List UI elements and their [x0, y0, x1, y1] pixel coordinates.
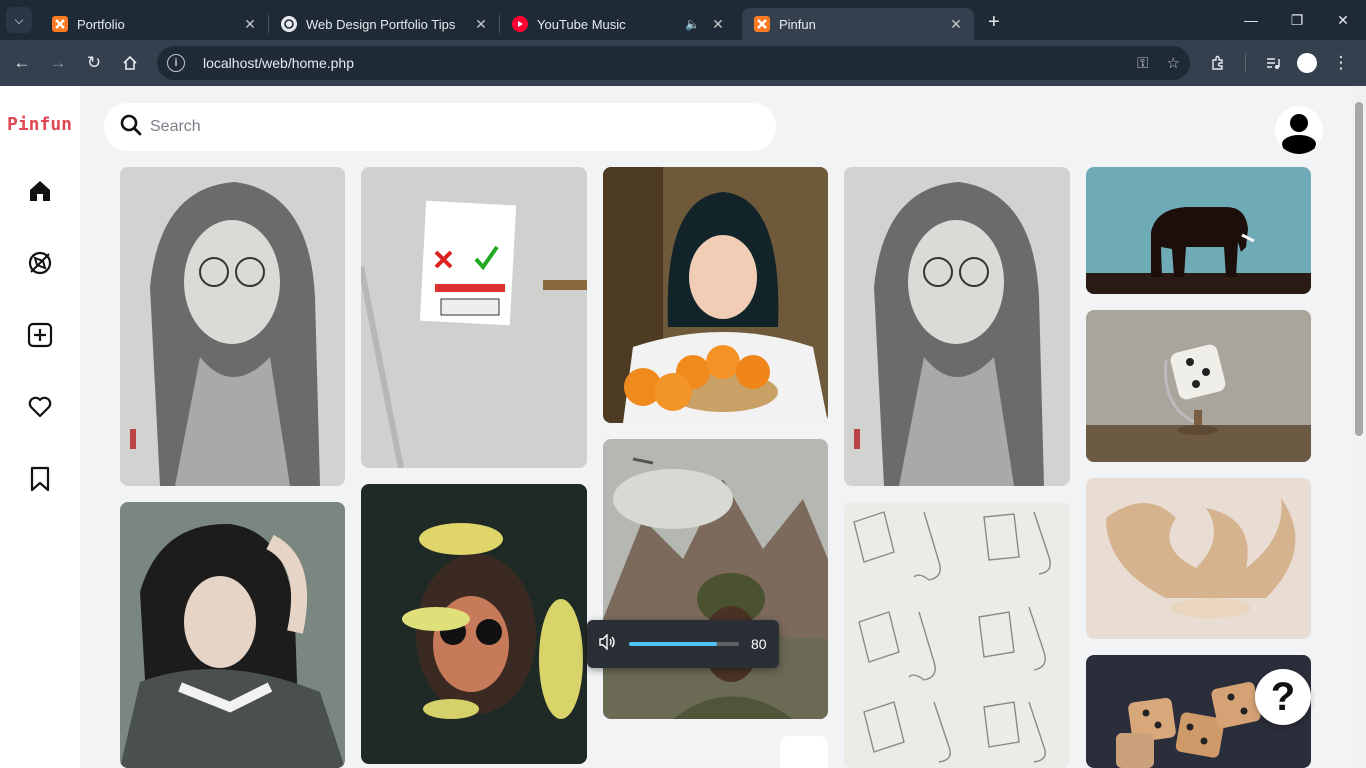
home-button-icon[interactable] — [113, 46, 147, 80]
chevron-down-icon: ⌵ — [14, 12, 24, 27]
pin-partial[interactable] — [780, 736, 828, 768]
volume-slider-fill — [629, 642, 717, 646]
scrollbar-thumb[interactable] — [1355, 102, 1363, 436]
profile-avatar[interactable] — [1275, 106, 1323, 154]
user-icon — [1281, 114, 1317, 154]
speaker-icon[interactable]: 🔈 — [685, 17, 700, 31]
volume-value: 80 — [751, 636, 767, 652]
extensions-icon[interactable] — [1201, 46, 1235, 80]
volume-slider[interactable] — [629, 642, 739, 646]
home-icon[interactable] — [24, 175, 56, 207]
pin-soldier-painting[interactable] — [603, 439, 828, 719]
more-menu-icon[interactable]: ⋮ — [1324, 46, 1358, 80]
help-button[interactable]: ? — [1255, 669, 1311, 725]
xampp-icon — [52, 16, 68, 32]
close-icon[interactable]: ✕ — [710, 16, 726, 33]
search-input[interactable] — [150, 118, 710, 136]
pin-wood-flames[interactable] — [1086, 478, 1311, 639]
password-key-icon[interactable]: ⚿ — [1137, 55, 1148, 72]
browser-tab-bar: ⌵ Portfolio ✕ Web Design Portfolio Tips … — [0, 0, 1366, 40]
volume-icon — [599, 632, 617, 655]
bookmark-star-icon[interactable]: ☆ — [1167, 54, 1180, 72]
pin-girl-fish[interactable] — [361, 484, 587, 764]
youtube-music-icon — [512, 16, 528, 32]
pin-nose-sketches[interactable] — [844, 502, 1070, 768]
tab-title: Pinfun — [779, 16, 816, 32]
back-icon[interactable]: ← — [5, 46, 39, 80]
browser-toolbar: ← → ↻ i localhost/web/home.php ⚿ ☆ ⋮ — [0, 40, 1366, 86]
pin-elephant-silhouette[interactable] — [1086, 167, 1311, 294]
xampp-icon — [754, 16, 770, 32]
tab-portfolio[interactable]: Portfolio ✕ — [40, 8, 268, 40]
tab-title: YouTube Music — [537, 16, 626, 32]
pin-door-sign[interactable] — [361, 167, 587, 468]
tab-web-design-tips[interactable]: Web Design Portfolio Tips ✕ — [269, 8, 499, 40]
favorites-icon[interactable] — [24, 391, 56, 423]
pin-sketch-girl-glasses[interactable] — [120, 167, 345, 486]
openai-icon — [281, 16, 297, 32]
sidebar: Pinfun — [0, 86, 80, 768]
explore-icon[interactable] — [24, 247, 56, 279]
pin-dice-globe[interactable] — [1086, 310, 1311, 462]
tab-youtube-music[interactable]: YouTube Music 🔈 ✕ — [500, 8, 736, 40]
close-icon[interactable]: ✕ — [473, 16, 489, 33]
minimize-icon[interactable]: — — [1228, 0, 1274, 40]
app-logo[interactable]: Pinfun — [7, 114, 72, 135]
toolbar-divider — [1245, 54, 1246, 72]
tab-search-button[interactable]: ⌵ — [6, 7, 32, 33]
pin-girl-oranges[interactable] — [603, 167, 828, 423]
forward-icon[interactable]: → — [41, 46, 75, 80]
reload-icon[interactable]: ↻ — [77, 46, 111, 80]
profile-avatar-icon[interactable] — [1290, 46, 1324, 80]
tab-title: Portfolio — [77, 16, 125, 32]
search-icon — [120, 114, 142, 141]
page-scrollbar[interactable] — [1352, 86, 1366, 768]
tab-pinfun[interactable]: Pinfun ✕ — [742, 8, 974, 40]
volume-overlay: 80 — [587, 620, 779, 668]
pin-girl-sweater[interactable] — [120, 502, 345, 768]
tab-title: Web Design Portfolio Tips — [306, 16, 456, 32]
restore-icon[interactable]: ❐ — [1274, 0, 1320, 40]
address-bar[interactable]: i localhost/web/home.php ⚿ ☆ — [157, 46, 1190, 80]
saved-icon[interactable] — [24, 463, 56, 495]
pin-sketch-girl-glasses-2[interactable] — [844, 167, 1070, 486]
close-window-icon[interactable]: ✕ — [1320, 0, 1366, 40]
search-bar — [104, 103, 776, 151]
media-control-icon[interactable] — [1256, 46, 1290, 80]
site-info-icon[interactable]: i — [167, 54, 185, 72]
window-controls: — ❐ ✕ — [1228, 0, 1366, 40]
close-icon[interactable]: ✕ — [948, 16, 964, 33]
address-url: localhost/web/home.php — [203, 55, 354, 71]
create-icon[interactable] — [24, 319, 56, 351]
close-icon[interactable]: ✕ — [242, 16, 258, 33]
new-tab-button[interactable]: + — [988, 11, 1000, 34]
